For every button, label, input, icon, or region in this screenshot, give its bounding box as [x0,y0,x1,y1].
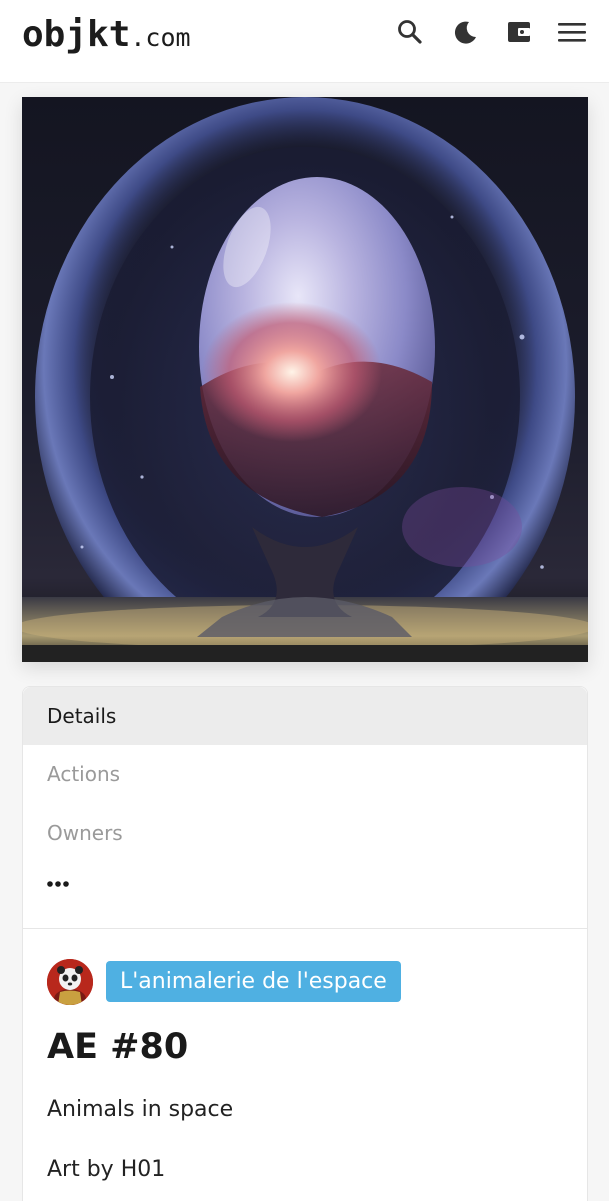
description-line: Animals in space [47,1097,234,1122]
logo-tld-text: .com [130,23,191,52]
creator-avatar[interactable] [47,959,93,1005]
tab-details[interactable]: Details [23,687,587,745]
search-icon[interactable] [394,16,426,48]
token-info-card: L'animalerie de l'espace AE #80 Animals … [22,928,588,1201]
artwork-image[interactable] [22,97,588,662]
moon-icon[interactable] [449,16,481,48]
wallet-icon[interactable] [503,16,535,48]
tab-owners[interactable]: Owners [23,804,587,862]
top-nav-bar: objkt.com [0,0,609,82]
tab-actions[interactable]: Actions [23,745,587,803]
more-dots-icon[interactable] [45,874,75,894]
menu-icon[interactable] [556,16,588,48]
collection-badge[interactable]: L'animalerie de l'espace [106,961,401,1002]
objkt-logo[interactable]: objkt.com [22,14,191,55]
token-title: AE #80 [47,1027,189,1067]
logo-main-text: objkt [22,14,131,55]
description-line: Art by H01 [47,1157,166,1182]
token-tabs: Details Actions Owners [22,686,588,929]
